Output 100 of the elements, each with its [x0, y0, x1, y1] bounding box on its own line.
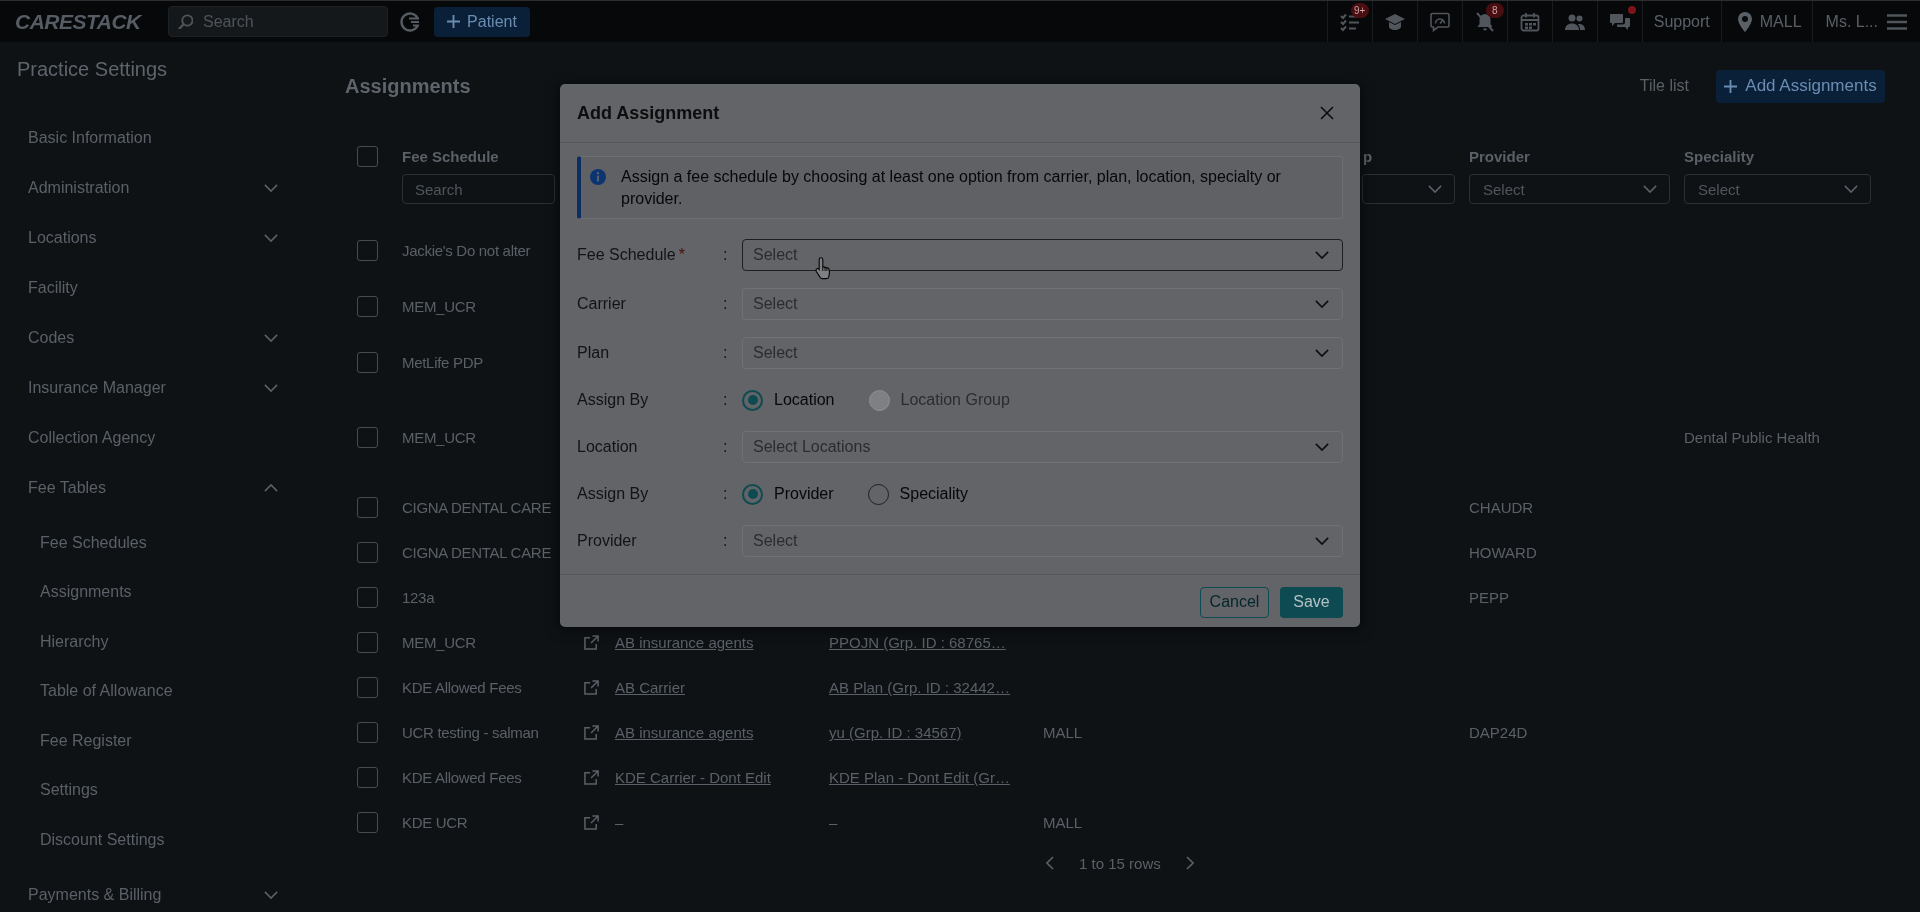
select-field[interactable]	[1362, 174, 1455, 204]
sidebar-subitem[interactable]: Discount Settings	[22, 815, 330, 865]
sidebar-subitem[interactable]: Hierarchy	[22, 617, 330, 667]
search-field[interactable]: Search	[168, 6, 388, 37]
table-cell: KDE Allowed Fees	[402, 679, 522, 696]
user-name[interactable]: Ms. L...	[1825, 12, 1878, 31]
chevron-down-icon	[1315, 443, 1329, 451]
chevron-down-icon	[1428, 185, 1442, 193]
chevron-right-icon	[1185, 856, 1194, 870]
table-cell: HOWARD	[1469, 544, 1537, 561]
table-cell: CIGNA DENTAL CARE	[402, 544, 552, 561]
recent-list-icon[interactable]	[400, 11, 420, 32]
radio-button[interactable]	[742, 483, 763, 505]
search-field[interactable]: Search	[402, 174, 555, 204]
sidebar-item[interactable]: Insurance Manager	[22, 363, 284, 413]
sidebar-item[interactable]: Locations	[22, 213, 284, 263]
sidebar-subitem[interactable]: Table of Allowance	[22, 666, 330, 716]
checkbox[interactable]	[357, 145, 378, 167]
table-link[interactable]: KDE Plan - Dont Edit (Gr…	[829, 769, 1010, 786]
view-toggle-link[interactable]: Tile list	[1639, 77, 1689, 95]
select-field[interactable]: Select Locations	[742, 431, 1343, 463]
label-colon: :	[723, 391, 729, 409]
checkbox[interactable]	[357, 295, 378, 317]
checkbox[interactable]	[357, 239, 378, 261]
close-button[interactable]	[1320, 106, 1334, 120]
previous-page-button[interactable]	[1046, 856, 1054, 870]
page-title: Assignments	[345, 74, 471, 98]
search-icon	[178, 14, 193, 29]
sidebar-subitem[interactable]: Fee Register	[22, 716, 330, 766]
field-label: Carrier	[577, 295, 626, 313]
plus-icon	[447, 15, 461, 28]
info-icon	[590, 169, 606, 185]
sidebar-item[interactable]: Administration	[22, 163, 284, 213]
support-link[interactable]: Support	[1653, 12, 1710, 31]
checkbox[interactable]	[357, 542, 378, 563]
add-assignments-button[interactable]: Add Assignments	[1716, 69, 1885, 103]
gauge-icon[interactable]	[1429, 11, 1450, 32]
select-field[interactable]: Select	[1469, 174, 1670, 204]
sidebar-item[interactable]: Payments & Billing	[22, 869, 284, 912]
radio-label: Location Group	[900, 391, 1010, 409]
table-cell: UCR testing - salman	[402, 724, 539, 741]
radio-button[interactable]	[742, 389, 763, 411]
table-link[interactable]: AB insurance agents	[615, 724, 754, 741]
menu-icon[interactable]	[1887, 13, 1907, 30]
sidebar-item[interactable]: Codes	[22, 313, 284, 363]
chevron-down-icon	[1643, 185, 1657, 193]
checkbox[interactable]	[357, 351, 378, 373]
next-page-button[interactable]	[1185, 856, 1194, 870]
table-cell: –	[615, 814, 624, 831]
external-link-icon[interactable]	[584, 680, 599, 695]
sidebar-item[interactable]: Basic Information	[22, 113, 284, 163]
sidebar-item[interactable]: Facility	[22, 263, 284, 313]
pagination-summary: 1 to 15 rows	[1079, 854, 1161, 872]
add-patient-button[interactable]: Patient	[434, 6, 530, 37]
location-button[interactable]: MALL	[1737, 11, 1802, 32]
select-field[interactable]: Select	[1684, 174, 1871, 204]
table-cell: CHAUDR	[1469, 499, 1534, 516]
cancel-button[interactable]: Cancel	[1200, 586, 1269, 618]
notification-badge: 9+	[1350, 3, 1369, 18]
sidebar-subitem[interactable]: Settings	[22, 765, 330, 815]
sidebar-subitem[interactable]: Fee Schedules	[22, 518, 330, 568]
external-link-icon[interactable]	[584, 770, 599, 785]
checkbox[interactable]	[357, 767, 378, 788]
table-cell: 123a	[402, 589, 435, 606]
table-link[interactable]: PPOJN (Grp. ID : 68765…	[829, 634, 1006, 651]
table-link[interactable]: AB Plan (Grp. ID : 32442…	[829, 679, 1010, 696]
table-link[interactable]: AB insurance agents	[615, 634, 754, 651]
external-link-icon[interactable]	[584, 635, 599, 650]
checkbox[interactable]	[357, 632, 378, 653]
modal-title: Add Assignment	[577, 102, 720, 124]
field-label: Fee Schedule	[577, 246, 676, 264]
select-field[interactable]: Select	[742, 525, 1343, 557]
sidebar-subitem[interactable]: Assignments	[22, 567, 330, 617]
checkbox[interactable]	[357, 722, 378, 743]
calendar-icon[interactable]	[1519, 11, 1540, 32]
sidebar-item[interactable]: Collection Agency	[22, 413, 284, 463]
table-cell: –	[829, 814, 838, 831]
logo: CARESTACK	[15, 9, 143, 34]
table-cell: MALL	[1043, 814, 1083, 831]
table-cell: Dental Public Health	[1684, 429, 1820, 446]
checkbox[interactable]	[357, 587, 378, 608]
external-link-icon[interactable]	[584, 815, 599, 830]
checkbox[interactable]	[357, 677, 378, 698]
checkbox[interactable]	[357, 497, 378, 518]
location-pin-icon	[1737, 11, 1752, 32]
field-label: Provider	[577, 532, 637, 550]
graduation-cap-icon[interactable]	[1384, 11, 1405, 32]
select-field[interactable]: Select	[742, 288, 1343, 320]
table-link[interactable]: yu (Grp. ID : 34567)	[829, 724, 962, 741]
save-button[interactable]: Save	[1280, 586, 1343, 618]
external-link-icon[interactable]	[584, 725, 599, 740]
checkbox[interactable]	[357, 812, 378, 833]
table-cell: MALL	[1043, 724, 1083, 741]
sidebar-item[interactable]: Fee Tables	[22, 463, 284, 513]
table-link[interactable]: KDE Carrier - Dont Edit	[615, 769, 771, 786]
column-header: Provider	[1469, 147, 1530, 165]
chat-icon[interactable]	[1609, 11, 1630, 32]
checkbox[interactable]	[357, 427, 378, 448]
table-link[interactable]: AB Carrier	[615, 679, 685, 696]
select-field[interactable]: Select	[742, 337, 1343, 369]
